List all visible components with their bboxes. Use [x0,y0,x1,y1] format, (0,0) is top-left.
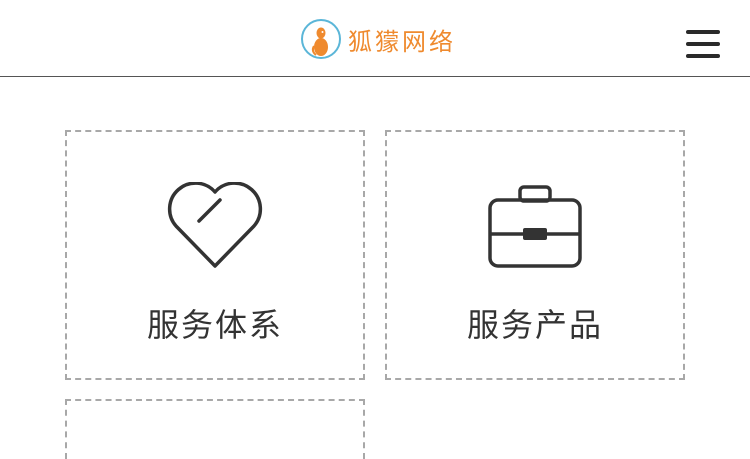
briefcase-icon [488,185,582,268]
hamburger-menu-icon[interactable] [686,30,720,58]
card-label: 服务产品 [466,306,603,344]
top-header: 狐獴网络 [0,0,750,77]
card-partial[interactable] [65,399,365,459]
brand-logo[interactable]: 狐獴网络 [300,17,456,61]
heart-icon [167,182,263,268]
brand-name: 狐獴网络 [348,27,456,56]
card-service-system[interactable]: 服务体系 [65,130,365,380]
card-label: 服务体系 [146,306,283,344]
meerkat-logo-icon [301,19,341,59]
card-service-products[interactable]: 服务产品 [385,130,685,380]
